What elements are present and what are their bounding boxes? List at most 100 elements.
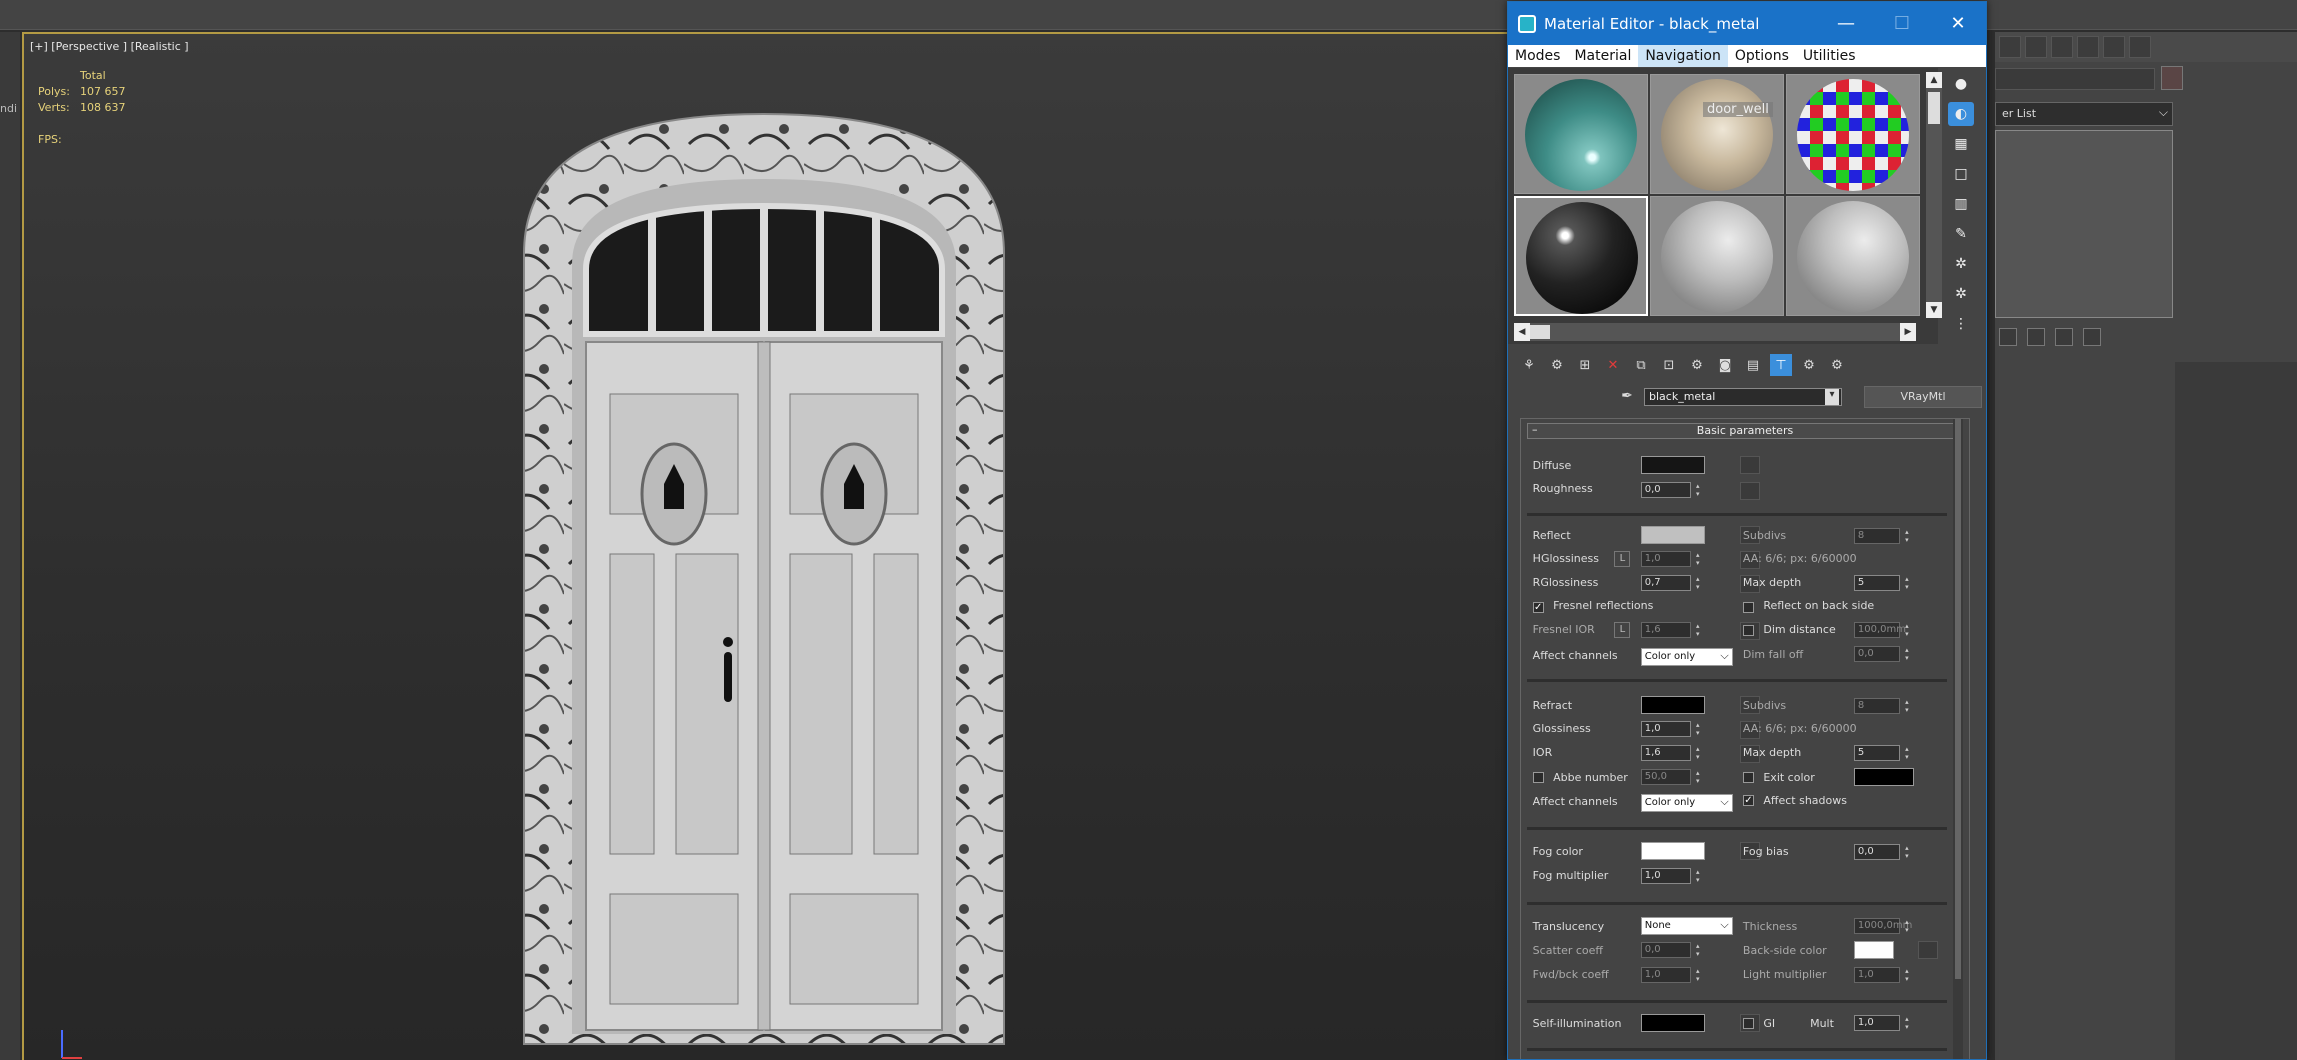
options-icon[interactable]: ✲ — [1948, 252, 1974, 276]
get-material-icon[interactable]: ⚘ — [1518, 354, 1540, 376]
dim-falloff-spinner[interactable]: 0,0 — [1853, 646, 1911, 663]
sample-slot-2[interactable]: door_well — [1650, 74, 1784, 194]
modifier-list-dropdown[interactable]: er List — [1995, 102, 2173, 126]
put-to-library-icon[interactable]: ⚙ — [1686, 354, 1708, 376]
sample-slot-1[interactable] — [1514, 74, 1648, 194]
fresnel-checkbox[interactable]: ✓ — [1532, 602, 1544, 614]
video-color-check-icon[interactable]: ▥ — [1948, 192, 1974, 216]
exit-color-checkbox[interactable] — [1742, 772, 1754, 784]
rglossiness-spinner[interactable]: 0,7 — [1640, 574, 1702, 591]
menu-utilities[interactable]: Utilities — [1796, 45, 1863, 67]
hglossiness-spinner[interactable]: 1,0 — [1640, 550, 1702, 567]
reset-map-icon[interactable]: ✕ — [1602, 354, 1624, 376]
reflect-back-checkbox[interactable] — [1742, 602, 1754, 614]
backlight-icon[interactable]: ◐ — [1948, 102, 1974, 126]
sample-slot-6[interactable] — [1786, 196, 1920, 316]
hglossiness-lock-button[interactable]: L — [1614, 550, 1631, 567]
sample-type-icon[interactable]: ● — [1948, 72, 1974, 96]
material-id-channel-icon[interactable]: ◙ — [1714, 354, 1736, 376]
slots-vscroll-thumb[interactable] — [1928, 92, 1940, 124]
sample-slot-4-selected[interactable] — [1514, 196, 1648, 316]
reflect-subdivs-spinner[interactable]: 8 — [1853, 527, 1911, 544]
maximize-button[interactable]: ☐ — [1874, 2, 1930, 45]
backside-color-swatch[interactable] — [1853, 940, 1894, 959]
make-copy-icon[interactable]: ⧉ — [1630, 354, 1652, 376]
make-preview-icon[interactable]: ✎ — [1948, 222, 1974, 246]
make-unique-icon[interactable] — [2055, 328, 2073, 346]
go-forward-sibling-icon[interactable]: ⚙ — [1826, 354, 1848, 376]
scroll-left-icon[interactable]: ◀ — [1514, 323, 1530, 341]
diffuse-map-button[interactable] — [1740, 456, 1760, 475]
show-end-result-icon[interactable] — [2027, 328, 2045, 346]
rollout-header[interactable]: – Basic parameters — [1527, 423, 1963, 439]
roughness-map-button[interactable] — [1740, 481, 1760, 500]
exit-color-swatch[interactable] — [1853, 767, 1914, 786]
show-end-result-mtl-icon[interactable]: ⊤ — [1770, 354, 1792, 376]
scatter-coeff-spinner[interactable]: 0,0 — [1640, 942, 1702, 959]
reflect-color-swatch[interactable] — [1640, 526, 1705, 545]
material-editor-titlebar[interactable]: Material Editor - black_metal — ☐ ✕ — [1508, 2, 1986, 45]
object-color-swatch[interactable] — [2161, 66, 2183, 90]
refract-color-swatch[interactable] — [1640, 696, 1705, 715]
object-name-field[interactable] — [1995, 68, 2155, 90]
fog-bias-spinner[interactable]: 0,0 — [1853, 843, 1911, 860]
params-scroll-thumb[interactable] — [1955, 419, 1961, 979]
sample-slot-3[interactable] — [1786, 74, 1920, 194]
sample-slot-5[interactable] — [1650, 196, 1784, 316]
roughness-spinner[interactable]: 0,0 — [1640, 481, 1702, 498]
uv-tiling-icon[interactable]: □ — [1948, 162, 1974, 186]
put-to-scene-icon[interactable]: ⚙ — [1546, 354, 1568, 376]
fresnel-ior-spinner[interactable]: 1,6 — [1640, 622, 1702, 639]
material-map-navigator-icon[interactable]: ⋮ — [1948, 312, 1974, 336]
ior-spinner[interactable]: 1,6 — [1640, 745, 1702, 762]
diffuse-color-swatch[interactable] — [1640, 456, 1705, 475]
fwd-bck-spinner[interactable]: 1,0 — [1640, 966, 1702, 983]
assign-to-selection-icon[interactable]: ⊞ — [1574, 354, 1596, 376]
motion-tab-icon[interactable] — [2077, 36, 2099, 58]
dim-distance-checkbox[interactable] — [1742, 624, 1754, 636]
menu-material[interactable]: Material — [1567, 45, 1638, 67]
hierarchy-tab-icon[interactable] — [2051, 36, 2073, 58]
slots-hscroll-thumb[interactable] — [1530, 325, 1550, 339]
fog-multiplier-spinner[interactable]: 1,0 — [1640, 868, 1702, 885]
menu-modes[interactable]: Modes — [1508, 45, 1567, 67]
dim-distance-spinner[interactable]: 100,0mm — [1853, 622, 1911, 639]
self-illum-color-swatch[interactable] — [1640, 1013, 1705, 1032]
reflect-max-depth-spinner[interactable]: 5 — [1853, 574, 1911, 591]
thickness-spinner[interactable]: 1000,0mm — [1853, 918, 1912, 935]
collapse-icon[interactable]: – — [1532, 423, 1538, 437]
viewport-label[interactable]: [+] [Perspective ] [Realistic ] — [30, 40, 189, 53]
select-by-material-icon[interactable]: ✲ — [1948, 282, 1974, 306]
light-multiplier-spinner[interactable]: 1,0 — [1853, 966, 1911, 983]
material-editor-window[interactable]: Material Editor - black_metal — ☐ ✕ Mode… — [1507, 1, 1987, 1060]
abbe-checkbox[interactable] — [1532, 772, 1544, 784]
backside-map-button[interactable] — [1918, 940, 1939, 959]
mult-spinner[interactable]: 1,0 — [1853, 1015, 1911, 1032]
utilities-tab-icon[interactable] — [2129, 36, 2151, 58]
create-tab-icon[interactable] — [1999, 36, 2021, 58]
make-unique-mtl-icon[interactable]: ⊡ — [1658, 354, 1680, 376]
glossiness-spinner[interactable]: 1,0 — [1640, 720, 1702, 737]
scroll-down-icon[interactable]: ▼ — [1926, 302, 1942, 318]
command-panel-tabs[interactable] — [1995, 32, 2297, 62]
slots-vertical-scrollbar[interactable]: ▲ ▼ — [1926, 72, 1942, 318]
pin-stack-icon[interactable] — [1999, 328, 2017, 346]
material-type-button[interactable]: VRayMtl — [1864, 386, 1982, 408]
fog-color-swatch[interactable] — [1640, 842, 1705, 861]
affect-channels-dropdown[interactable]: Color only — [1640, 647, 1733, 666]
affect-channels-refract-dropdown[interactable]: Color only — [1640, 793, 1733, 812]
scroll-right-icon[interactable]: ▶ — [1900, 323, 1916, 341]
menu-options[interactable]: Options — [1728, 45, 1796, 67]
scroll-up-icon[interactable]: ▲ — [1926, 72, 1942, 88]
display-tab-icon[interactable] — [2103, 36, 2125, 58]
perspective-viewport[interactable]: [+] [Perspective ] [Realistic ] Total Po… — [22, 32, 1507, 1060]
modify-tab-icon[interactable] — [2025, 36, 2047, 58]
background-icon[interactable]: ▦ — [1948, 132, 1974, 156]
fresnel-ior-lock-button[interactable]: L — [1614, 622, 1631, 639]
pick-material-eyedropper-icon[interactable]: ✒ — [1618, 388, 1636, 406]
translucency-dropdown[interactable]: None — [1640, 916, 1733, 935]
affect-shadows-checkbox[interactable]: ✓ — [1742, 795, 1754, 807]
material-name-field[interactable]: black_metal — [1644, 388, 1842, 406]
refract-subdivs-spinner[interactable]: 8 — [1853, 697, 1911, 714]
params-scrollbar[interactable] — [1953, 419, 1963, 1059]
